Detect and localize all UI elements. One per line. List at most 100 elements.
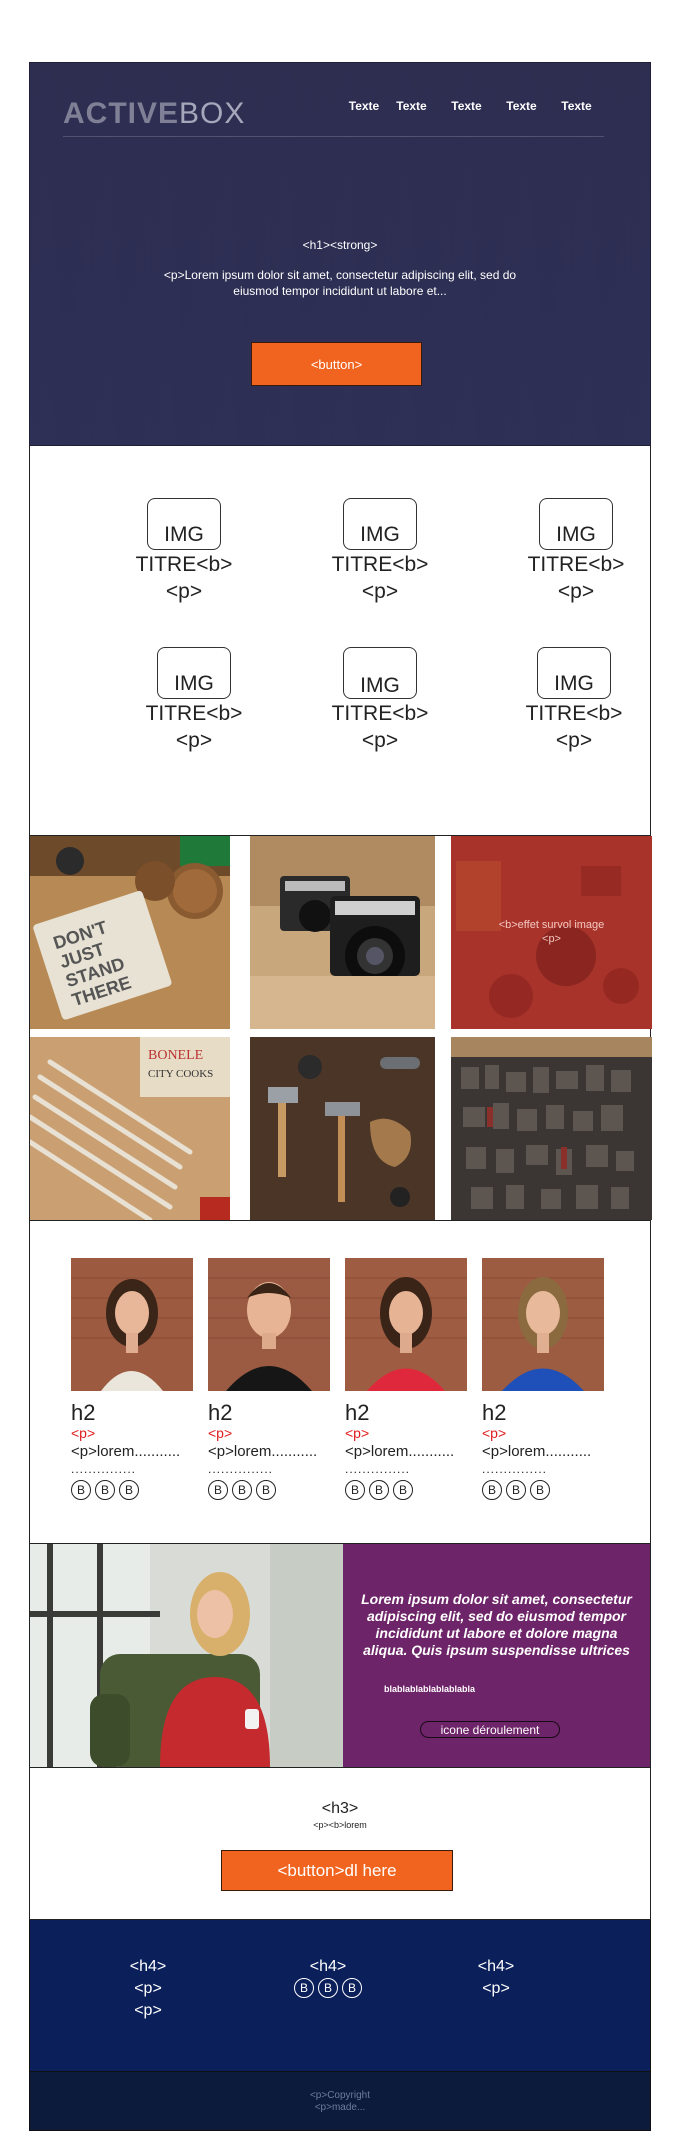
member-socials: B B B (208, 1480, 330, 1500)
testimonial-quote: Lorem ipsum dolor sit amet, consectetur … (361, 1591, 632, 1658)
team-photo (482, 1258, 604, 1391)
footer-section: <h4> <p> <p> <h4> B B B <h4> <p> (29, 1920, 651, 2072)
social-icon[interactable]: B (119, 1480, 139, 1500)
hover-overlay: <b>effet survol image <p> (451, 918, 652, 946)
hero-button[interactable]: <button> (251, 342, 422, 386)
feature-item: IMG TITRE<b> <p> (506, 498, 646, 606)
social-icon[interactable]: B (318, 1978, 338, 1998)
cameras-photo (250, 836, 435, 1029)
member-text: <p>lorem........... (71, 1443, 181, 1460)
team-member: h2 <p> <p>lorem........... .............… (208, 1258, 330, 1500)
made-by-text: <p>made... (314, 2102, 366, 2113)
pencils-photo: BONELE CITY COOKS (30, 1037, 230, 1220)
member-role: <p> (482, 1425, 507, 1441)
member-dots: ............... (208, 1462, 274, 1476)
testimonial-section: Lorem ipsum dolor sit amet, consectetur … (29, 1544, 651, 1768)
copyright-text: <p>Copyright (309, 2090, 371, 2101)
gallery-image-letterpress[interactable] (451, 1037, 652, 1220)
feature-text: <p> (555, 729, 593, 752)
social-icon[interactable]: B (482, 1480, 502, 1500)
download-button[interactable]: <button>dl here (221, 1850, 453, 1891)
member-text: <p>lorem........... (345, 1443, 455, 1460)
member-name: h2 (482, 1400, 507, 1425)
member-socials: B B B (482, 1480, 604, 1500)
social-icon[interactable]: B (232, 1480, 252, 1500)
woman-armchair-photo (30, 1544, 343, 1767)
social-icon[interactable]: B (95, 1480, 115, 1500)
feature-image-placeholder: IMG (539, 498, 613, 550)
team-section: h2 <p> <p>lorem........... .............… (29, 1221, 651, 1544)
footer-socials: B B B (288, 1978, 368, 1998)
footer-column-2: <h4> B B B (288, 1956, 368, 1998)
gallery-section: DON'T JUST STAND THERE <b>effet survol i… (29, 836, 652, 1221)
footer-heading: <h4> (477, 1958, 515, 1975)
feature-item: IMG TITRE<b> <p> (310, 498, 450, 606)
hero-section: ACTIVEBOX Texte Texte Texte Texte Texte … (29, 62, 651, 446)
social-icon[interactable]: B (256, 1480, 276, 1500)
feature-title: TITRE<b> (527, 553, 625, 576)
social-icon[interactable]: B (342, 1978, 362, 1998)
testimonial-panel: Lorem ipsum dolor sit amet, consectetur … (343, 1544, 650, 1767)
footer-column-3: <h4> <p> (456, 1956, 536, 2000)
social-icon[interactable]: B (345, 1480, 365, 1500)
social-icon[interactable]: B (294, 1978, 314, 1998)
gallery-image-notebook[interactable]: DON'T JUST STAND THERE (30, 836, 230, 1029)
nav-item-3[interactable]: Texte (439, 99, 494, 113)
team-member: h2 <p> <p>lorem........... .............… (482, 1258, 604, 1500)
man-portrait-photo (208, 1258, 330, 1391)
gallery-image-hover[interactable]: <b>effet survol image <p> (451, 836, 652, 1029)
header-divider (63, 136, 604, 137)
feature-image-placeholder: IMG (147, 498, 221, 550)
team-member: h2 <p> <p>lorem........... .............… (71, 1258, 193, 1500)
footer-text: <p> (482, 1980, 510, 1997)
member-role: <p> (345, 1425, 370, 1441)
features-section: IMG TITRE<b> <p> IMG TITRE<b> <p> IMG TI… (29, 446, 651, 836)
feature-image-placeholder: IMG (157, 647, 231, 699)
social-icon[interactable]: B (208, 1480, 228, 1500)
logo-light: BOX (179, 97, 246, 130)
cta-subtitle: <p><b>lorem (313, 1820, 367, 1830)
social-icon[interactable]: B (71, 1480, 91, 1500)
member-dots: ............... (71, 1462, 137, 1476)
footer-column-1: <h4> <p> <p> (108, 1956, 188, 2022)
feature-title: TITRE<b> (331, 553, 429, 576)
nav-item-2[interactable]: Texte (384, 99, 439, 113)
member-dots: ............... (482, 1462, 548, 1476)
member-name: h2 (208, 1400, 233, 1425)
social-icon[interactable]: B (506, 1480, 526, 1500)
member-name: h2 (71, 1400, 96, 1425)
social-icon[interactable]: B (393, 1480, 413, 1500)
team-photo (208, 1258, 330, 1391)
scroll-toggle-button[interactable]: icone déroulement (420, 1721, 560, 1738)
team-photo (71, 1258, 193, 1391)
nav-item-4[interactable]: Texte (494, 99, 549, 113)
member-role: <p> (71, 1425, 96, 1441)
nav-item-1[interactable]: Texte (344, 99, 384, 113)
gallery-image-pencils[interactable]: BONELE CITY COOKS (30, 1037, 230, 1220)
feature-title: TITRE<b> (135, 553, 233, 576)
hover-title: <b>effet survol image (498, 919, 605, 931)
logo[interactable]: ACTIVEBOX (63, 97, 245, 131)
social-icon[interactable]: B (530, 1480, 550, 1500)
member-name: h2 (345, 1400, 370, 1425)
gallery-image-tools[interactable] (250, 1037, 435, 1220)
logo-bold: ACTIVE (63, 97, 180, 130)
testimonial-small-text: blablablablablablabla (384, 1684, 476, 1694)
gallery-image-cameras[interactable] (250, 836, 435, 1029)
copyright-bar: <p>Copyright <p>made... (29, 2072, 651, 2131)
feature-text: <p> (361, 729, 399, 752)
member-text: <p>lorem........... (482, 1443, 592, 1460)
member-dots: ............... (345, 1462, 411, 1476)
nav-item-5[interactable]: Texte (549, 99, 604, 113)
footer-heading: <h4> (129, 1958, 167, 1975)
feature-title: TITRE<b> (145, 702, 243, 725)
team-member: h2 <p> <p>lorem........... .............… (345, 1258, 467, 1500)
hero-title: <h1><strong> (302, 238, 378, 252)
feature-item: IMG TITRE<b> <p> (124, 647, 264, 755)
notebook-photo: DON'T JUST STAND THERE (30, 836, 230, 1029)
feature-image-placeholder: IMG (343, 647, 417, 699)
social-icon[interactable]: B (369, 1480, 389, 1500)
letterpress-photo (451, 1037, 652, 1220)
member-text: <p>lorem........... (208, 1443, 318, 1460)
member-role: <p> (208, 1425, 233, 1441)
